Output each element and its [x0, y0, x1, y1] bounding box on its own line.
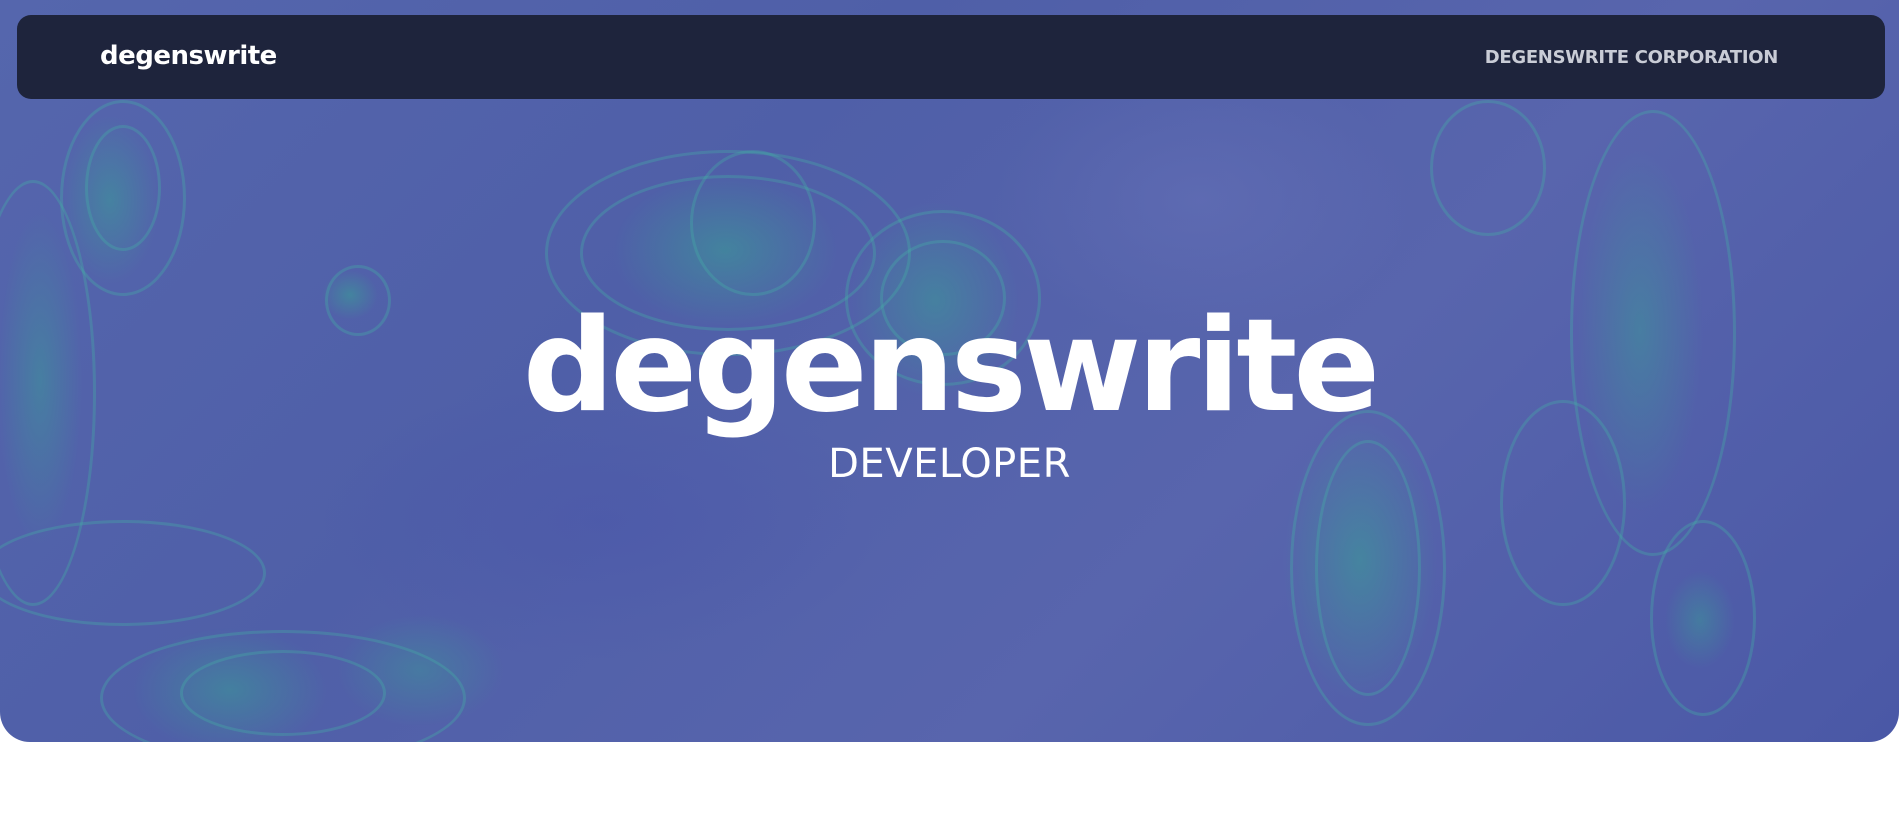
brand-logo-link[interactable]: degenswrite: [100, 40, 277, 72]
contour-ring: [180, 650, 386, 736]
contour-ring: [1650, 520, 1756, 716]
contour-ring: [60, 100, 186, 296]
contour-ring: [85, 125, 161, 251]
hero-banner: degenswrite DEVELOPER: [0, 0, 1899, 742]
page: degenswrite DEVELOPER degenswrite DEGENS…: [0, 0, 1899, 819]
contour-ring: [690, 150, 816, 296]
contour-ring: [1430, 100, 1546, 236]
contour-ring: [100, 630, 466, 742]
contour-ring: [0, 520, 266, 626]
corporation-link[interactable]: DEGENSWRITE CORPORATION: [1485, 47, 1779, 69]
top-navbar: degenswrite DEGENSWRITE CORPORATION: [17, 15, 1885, 99]
hero-title: degenswrite: [522, 292, 1380, 441]
hero-subtitle: DEVELOPER: [828, 441, 1071, 487]
